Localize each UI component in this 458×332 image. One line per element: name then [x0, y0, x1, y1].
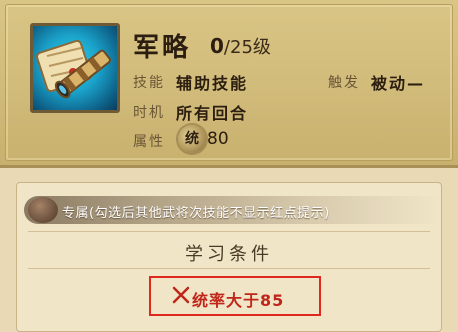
skill-timing-label: 时机 [133, 105, 165, 121]
divider [28, 231, 430, 232]
learn-conditions-title: 学习条件 [185, 244, 273, 265]
command-stat-icon: 统 [178, 125, 206, 153]
skill-type-label: 技能 [133, 75, 165, 91]
skill-level-max: /25级 [223, 37, 271, 58]
skill-type-value: 辅助技能 [176, 74, 249, 93]
exclusive-toggle-label[interactable]: 专属(勾选后其他武将次技能不显示红点提示) [62, 202, 330, 221]
skill-timing-value: 所有回合 [176, 104, 249, 123]
skill-attribute-label: 属性 [133, 134, 165, 150]
skill-trigger-label: 触发 [328, 75, 360, 91]
skill-level-current: 0 [210, 34, 224, 58]
skill-name: 军略 [133, 33, 192, 63]
exclusive-checkbox-icon[interactable] [28, 197, 58, 223]
divider [28, 268, 430, 269]
learn-condition-text: 统率大于85 [192, 291, 285, 310]
scroll-and-spyglass-icon [30, 23, 120, 113]
skill-trigger-value: 被动— [371, 74, 426, 93]
skill-attribute-value: 80 [207, 129, 229, 149]
cross-icon [172, 286, 190, 304]
skill-level: 0/25级 [210, 33, 271, 59]
